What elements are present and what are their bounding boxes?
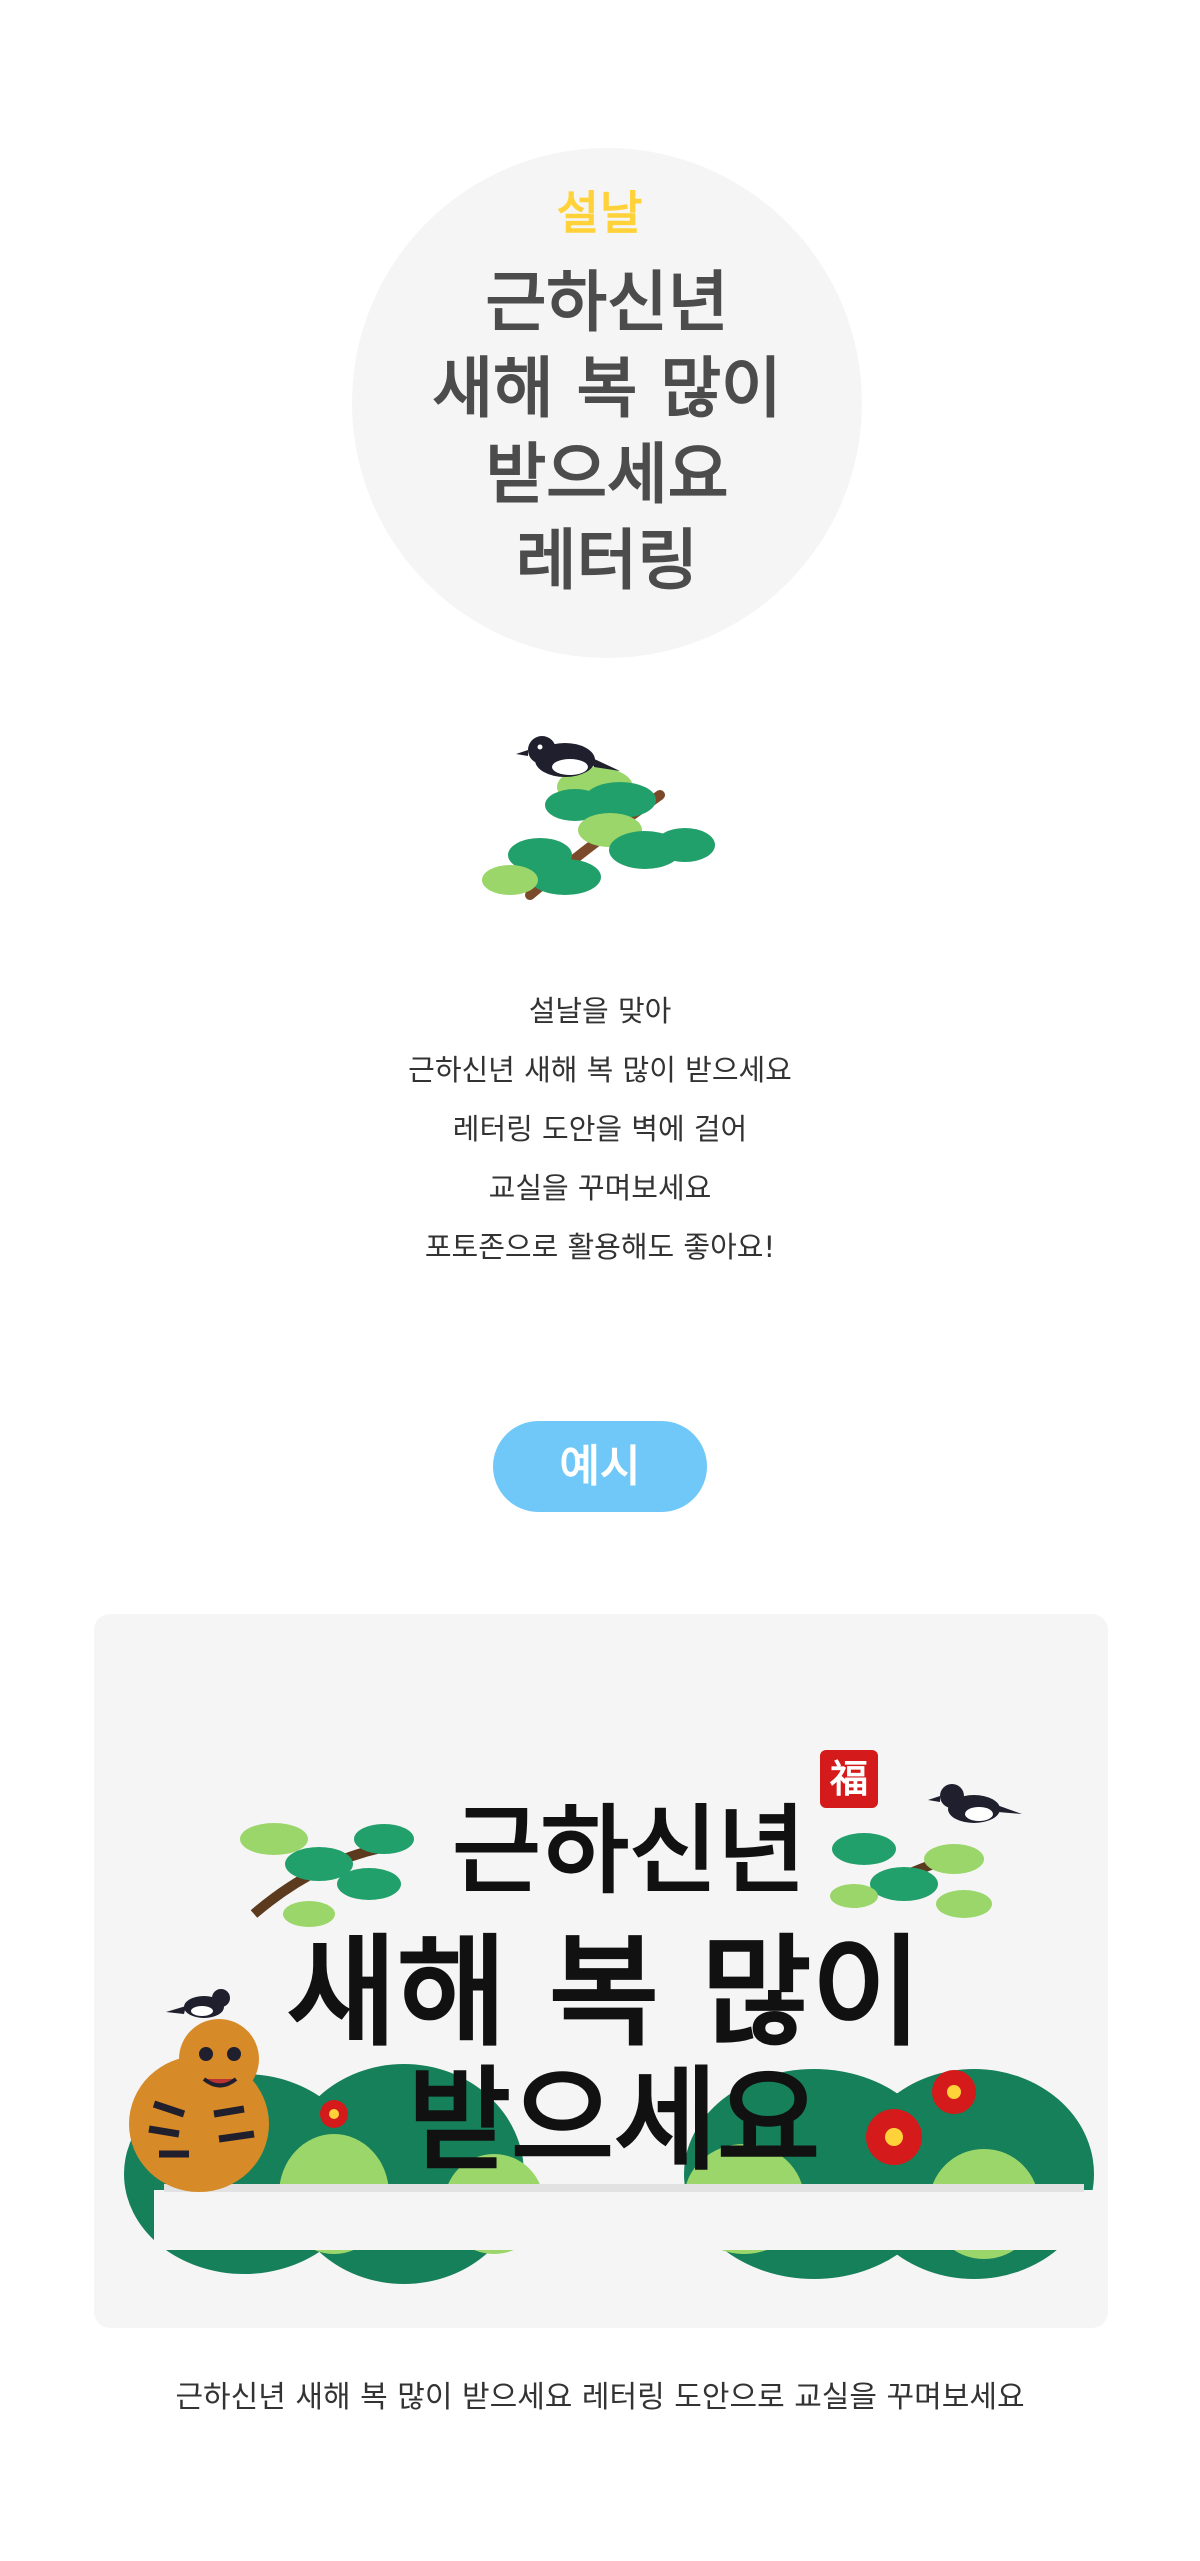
camellia-icon <box>932 2070 976 2114</box>
hero-title-line: 근하신년 <box>485 264 729 341</box>
camellia-icon <box>320 2100 348 2128</box>
magpie-icon <box>166 1989 230 2018</box>
intro-line: 설날을 맞아 <box>528 994 672 1028</box>
example-label: 예시 <box>493 1421 707 1512</box>
pine-tree-icon <box>240 1823 414 1927</box>
hero-title-line: 받으세요 <box>485 436 729 513</box>
hero-title-line: 새해 복 많이 <box>432 350 782 427</box>
pine-tree-icon <box>482 767 715 900</box>
seal-character: 福 <box>829 1756 868 1801</box>
intro-line: 교실을 꾸며보세요 <box>488 1171 712 1205</box>
tiger-icon <box>129 2019 269 2192</box>
example-image-card: 福 근하신년 새해 복 많이 받으세요 <box>94 1614 1108 2328</box>
camellia-icon <box>866 2109 922 2165</box>
hero-tag: 설날 <box>556 186 644 240</box>
magpie-pine-illustration <box>482 736 715 900</box>
intro-text: 설날을 맞아 근하신년 새해 복 많이 받으세요 레터링 도안을 벽에 걸어 교… <box>0 982 1200 1277</box>
hero-title: 근하신년 새해 복 많이 받으세요 레터링 <box>352 260 862 604</box>
banner-line3: 받으세요 <box>408 2056 820 2186</box>
intro-line: 레터링 도안을 벽에 걸어 <box>452 1112 748 1146</box>
banner-line1: 근하신년 <box>452 1795 805 1907</box>
hero-title-line: 레터링 <box>515 522 699 599</box>
lettering-banner: 福 근하신년 새해 복 많이 받으세요 <box>124 1750 1094 2284</box>
pine-tree-icon <box>830 1833 992 1918</box>
intro-line: 근하신년 새해 복 많이 받으세요 <box>408 1053 792 1087</box>
banner-line2: 새해 복 많이 <box>286 1924 922 2063</box>
intro-line: 포토존으로 활용해도 좋아요! <box>424 1230 776 1264</box>
example-caption: 근하신년 새해 복 많이 받으세요 레터링 도안으로 교실을 꾸며보세요 <box>175 2380 1025 2415</box>
magpie-icon <box>928 1784 1022 1823</box>
